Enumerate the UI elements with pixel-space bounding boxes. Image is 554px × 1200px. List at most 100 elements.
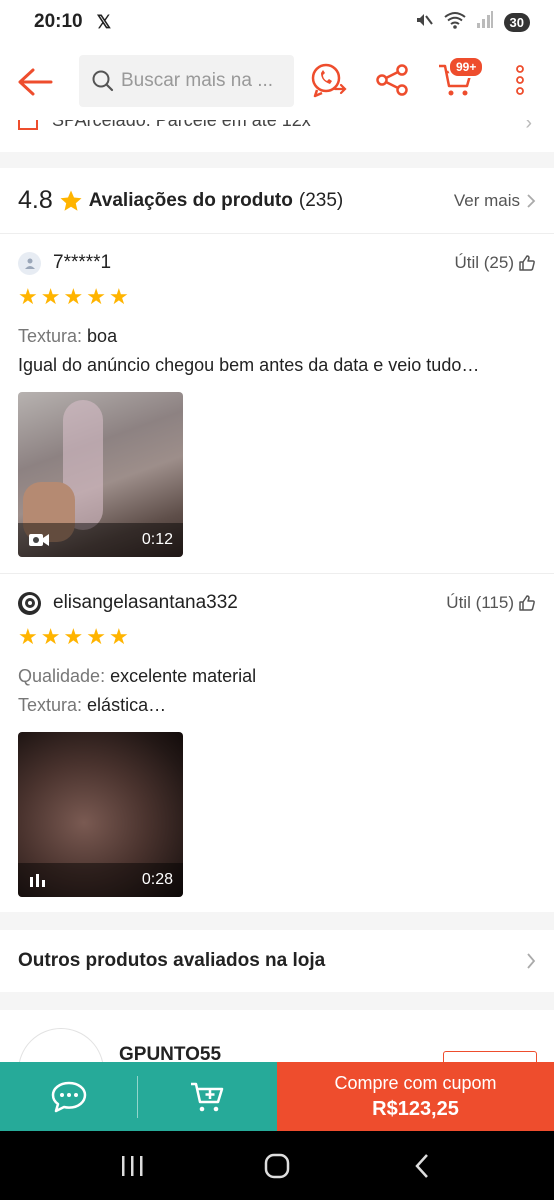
system-back-button[interactable] bbox=[402, 1146, 442, 1186]
installments-row[interactable]: SPArcelado: Parcele em até 12x › bbox=[0, 120, 554, 152]
other-products-row[interactable]: Outros produtos avaliados na loja bbox=[0, 930, 554, 992]
review-item: elisangelasantana332 Útil (115) ★ ★ ★ ★ … bbox=[0, 574, 554, 910]
chevron-right-icon bbox=[527, 953, 536, 969]
buy-label: Compre com cupom bbox=[334, 1072, 497, 1093]
status-bar: 20:10 𝕏 30 bbox=[0, 0, 554, 44]
installments-text: SPArcelado: Parcele em até 12x bbox=[52, 120, 311, 130]
add-to-cart-icon bbox=[191, 1082, 224, 1111]
reviews-count: (235) bbox=[298, 189, 344, 211]
star-icon: ★ bbox=[86, 284, 106, 309]
star-icon: ★ bbox=[40, 284, 61, 309]
reviews-section: 4.8 Avaliações do produto (235) Ver mais… bbox=[0, 168, 554, 912]
review-attribute: Textura: elástica… bbox=[18, 695, 536, 716]
video-duration: 0:28 bbox=[141, 871, 173, 888]
attribute-key: Textura: bbox=[18, 326, 83, 346]
video-camera-icon bbox=[29, 534, 49, 546]
signal-icon bbox=[476, 10, 494, 34]
recent-apps-button[interactable] bbox=[112, 1146, 152, 1186]
battery-indicator: 30 bbox=[503, 12, 530, 32]
helpful-button[interactable]: Útil (115) bbox=[446, 593, 536, 613]
status-icons: 30 bbox=[414, 10, 530, 35]
video-bar: 0:28 bbox=[18, 863, 183, 897]
other-products-label: Outros produtos avaliados na loja bbox=[18, 950, 326, 971]
avatar[interactable] bbox=[18, 251, 41, 275]
reviews-title: Avaliações do produto bbox=[88, 189, 293, 211]
user-avatar-logo-icon bbox=[21, 595, 38, 611]
helpful-button[interactable]: Útil (25) bbox=[454, 253, 536, 273]
search-icon bbox=[92, 70, 114, 92]
status-time: 20:10 bbox=[34, 11, 83, 32]
star-icon: ★ bbox=[108, 624, 129, 649]
search-placeholder: Buscar mais na ... bbox=[121, 70, 274, 91]
chat-share-button[interactable] bbox=[308, 60, 348, 100]
chat-button[interactable] bbox=[0, 1062, 138, 1131]
thumbs-up-icon bbox=[519, 595, 535, 611]
home-button[interactable] bbox=[257, 1146, 297, 1186]
buy-with-coupon-button[interactable]: Compre com cupom R$123,25 bbox=[277, 1062, 554, 1131]
x-app-icon: 𝕏 bbox=[96, 11, 112, 32]
star-icon: ★ bbox=[108, 284, 129, 309]
buy-price: R$123,25 bbox=[372, 1097, 459, 1120]
review-username: elisangelasantana332 bbox=[53, 592, 238, 613]
review-user-row: 7*****1 Útil (25) bbox=[18, 250, 536, 276]
bottom-action-bar: Compre com cupom R$123,25 bbox=[0, 1062, 554, 1131]
attribute-key: Textura: bbox=[18, 695, 83, 715]
star-icon: ★ bbox=[63, 624, 84, 649]
audio-bars-icon bbox=[30, 874, 45, 887]
search-input[interactable]: Buscar mais na ... bbox=[79, 55, 294, 107]
video-duration: 0:12 bbox=[141, 531, 173, 548]
review-username: 7*****1 bbox=[53, 252, 112, 273]
screen: 20:10 𝕏 30 Buscar mais na ... 99+ SPArce… bbox=[0, 0, 554, 1200]
recent-apps-icon bbox=[122, 1155, 143, 1176]
review-stars: ★ ★ ★ ★ ★ bbox=[18, 626, 536, 648]
installment-icon bbox=[18, 120, 38, 130]
cart-count-badge: 99+ bbox=[448, 56, 485, 78]
chevron-right-icon: › bbox=[525, 120, 532, 134]
more-options-button[interactable] bbox=[500, 60, 540, 100]
star-icon bbox=[60, 190, 82, 211]
review-item: 7*****1 Útil (25) ★ ★ ★ ★ ★ Textura: boa… bbox=[0, 234, 554, 574]
divider bbox=[137, 1076, 138, 1118]
see-more-link[interactable]: Ver mais bbox=[454, 191, 536, 211]
whatsapp-share-icon bbox=[311, 63, 347, 98]
review-user-row: elisangelasantana332 Útil (115) bbox=[18, 590, 536, 616]
shop-name: GPUNTO55 bbox=[119, 1044, 222, 1062]
star-icon: ★ bbox=[18, 284, 38, 309]
attribute-key: Qualidade: bbox=[18, 666, 106, 686]
home-icon bbox=[264, 1153, 290, 1178]
back-chevron-icon bbox=[414, 1153, 428, 1178]
chat-icon bbox=[51, 1081, 87, 1112]
review-video-thumbnail[interactable]: 0:12 bbox=[18, 392, 183, 557]
share-icon bbox=[376, 64, 408, 96]
reviews-header: 4.8 Avaliações do produto (235) Ver mais bbox=[0, 168, 554, 234]
star-icon: ★ bbox=[18, 624, 38, 649]
android-nav-bar bbox=[0, 1131, 554, 1200]
back-button[interactable] bbox=[14, 62, 56, 102]
shop-section: GPUNTO55 bbox=[0, 1010, 554, 1062]
bottom-left-actions bbox=[0, 1062, 277, 1131]
review-attribute: Qualidade: excelente material bbox=[18, 666, 536, 687]
user-placeholder-icon bbox=[24, 258, 35, 269]
view-shop-button[interactable] bbox=[443, 1051, 537, 1062]
chevron-right-icon bbox=[527, 193, 536, 208]
star-icon: ★ bbox=[86, 624, 106, 649]
review-comment: Igual do anúncio chegou bem antes da dat… bbox=[18, 355, 480, 375]
helpful-count: Útil (25) bbox=[454, 253, 514, 272]
share-button[interactable] bbox=[372, 60, 412, 100]
helpful-count: Útil (115) bbox=[446, 593, 514, 612]
see-more-label: Ver mais bbox=[453, 190, 520, 210]
attribute-value: elástica… bbox=[87, 695, 167, 715]
video-bar: 0:12 bbox=[18, 523, 183, 557]
rating-value: 4.8 bbox=[18, 186, 53, 214]
more-vertical-icon bbox=[516, 65, 524, 95]
add-to-cart-button[interactable] bbox=[138, 1062, 276, 1131]
attribute-value: boa bbox=[87, 326, 118, 346]
wifi-icon bbox=[443, 11, 466, 34]
avatar[interactable] bbox=[18, 591, 41, 615]
star-icon: ★ bbox=[63, 284, 84, 309]
shop-avatar[interactable] bbox=[18, 1028, 104, 1062]
thumbs-up-icon bbox=[519, 255, 535, 271]
review-video-thumbnail[interactable]: 0:28 bbox=[18, 732, 183, 897]
attribute-value: excelente material bbox=[110, 666, 257, 686]
arrow-left-icon bbox=[18, 68, 53, 96]
